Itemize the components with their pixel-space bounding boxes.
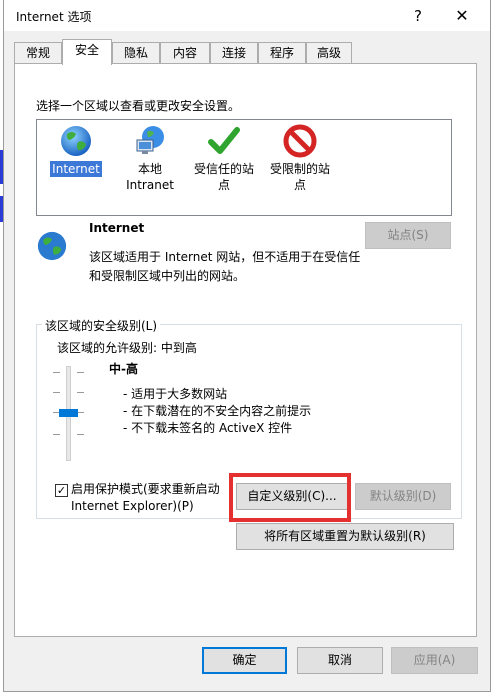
zone-label: 本地 xyxy=(137,162,162,176)
help-button[interactable]: ? xyxy=(400,2,436,30)
tab-connections[interactable]: 连接 xyxy=(210,42,258,64)
close-button[interactable]: ✕ xyxy=(444,2,480,30)
allowed-levels-text: 该区域的允许级别: 中到高 xyxy=(57,341,197,355)
security-tab-panel: 选择一个区域以查看或更改安全设置。 Internet 本地 Intranet 受… xyxy=(14,63,477,637)
zone-info-title: Internet xyxy=(89,221,145,235)
slider-tick xyxy=(77,372,84,373)
tab-advanced[interactable]: 高级 xyxy=(306,42,352,64)
globe-icon xyxy=(37,231,67,261)
restricted-icon xyxy=(283,124,317,158)
sites-button[interactable]: 站点(S) xyxy=(365,222,451,249)
zone-list: Internet 本地 Intranet 受信任的站 点 受限制的站 点 xyxy=(36,119,452,216)
zone-label: 受限制的站 xyxy=(269,162,330,176)
zone-label: Internet xyxy=(50,161,102,177)
zone-trusted-sites[interactable]: 受信任的站 点 xyxy=(189,122,259,193)
checkmark-icon xyxy=(208,127,240,154)
local-intranet-icon xyxy=(136,126,164,154)
security-level-group-label: 该区域的安全级别(L) xyxy=(42,317,161,334)
annotation-highlight-box xyxy=(229,473,351,522)
zone-local-intranet[interactable]: 本地 Intranet xyxy=(115,122,185,193)
zone-label: Intranet xyxy=(126,178,174,192)
tab-privacy[interactable]: 隐私 xyxy=(112,42,160,64)
security-level-slider-thumb[interactable] xyxy=(59,409,78,417)
internet-options-dialog: Internet 选项 ? ✕ 常规 安全 隐私 内容 连接 程序 高级 选择一… xyxy=(3,0,491,692)
zone-label: 点 xyxy=(293,178,306,192)
ok-button[interactable]: 确定 xyxy=(202,647,287,674)
security-level-detail: - 在下载潜在的不安全内容之前提示 xyxy=(123,404,312,418)
slider-tick xyxy=(53,392,60,393)
security-level-name: 中-高 xyxy=(109,362,138,376)
protected-mode-checkbox[interactable]: ✓ xyxy=(55,484,68,497)
slider-tick xyxy=(53,434,60,435)
protected-mode-label-line1: 启用保护模式(要求重新启动 xyxy=(71,482,220,496)
window-title: Internet 选项 xyxy=(16,10,92,24)
globe-icon xyxy=(61,126,91,156)
title-bar: Internet 选项 ? ✕ xyxy=(4,0,490,31)
zone-prompt-text: 选择一个区域以查看或更改安全设置。 xyxy=(36,99,241,113)
apply-button[interactable]: 应用(A) xyxy=(391,647,478,674)
protected-mode-label-line2: Internet Explorer)(P) xyxy=(71,499,194,513)
zone-restricted-sites[interactable]: 受限制的站 点 xyxy=(265,122,335,193)
zone-label: 点 xyxy=(217,178,230,192)
slider-tick xyxy=(77,434,84,435)
cancel-button[interactable]: 取消 xyxy=(297,647,383,674)
zone-info-description: 该区域适用于 Internet 网站，但不适用于在受信任和受限制区域中列出的网站… xyxy=(89,250,361,283)
slider-tick xyxy=(77,392,84,393)
slider-tick xyxy=(53,372,60,373)
security-level-detail: - 不下载未签名的 ActiveX 控件 xyxy=(123,421,293,435)
default-level-button[interactable]: 默认级别(D) xyxy=(355,483,451,510)
slider-tick xyxy=(77,412,84,413)
security-level-detail: - 适用于大多数网站 xyxy=(123,387,228,401)
reset-all-zones-button[interactable]: 将所有区域重置为默认级别(R) xyxy=(236,523,454,550)
tab-content[interactable]: 内容 xyxy=(160,42,210,64)
tab-programs[interactable]: 程序 xyxy=(258,42,306,64)
zone-label: 受信任的站 xyxy=(193,162,254,176)
tab-general[interactable]: 常规 xyxy=(14,42,62,64)
protected-mode-label[interactable]: 启用保护模式(要求重新启动 Internet Explorer)(P) xyxy=(71,481,241,515)
tab-security[interactable]: 安全 xyxy=(62,39,112,65)
zone-internet[interactable]: Internet xyxy=(41,122,111,177)
